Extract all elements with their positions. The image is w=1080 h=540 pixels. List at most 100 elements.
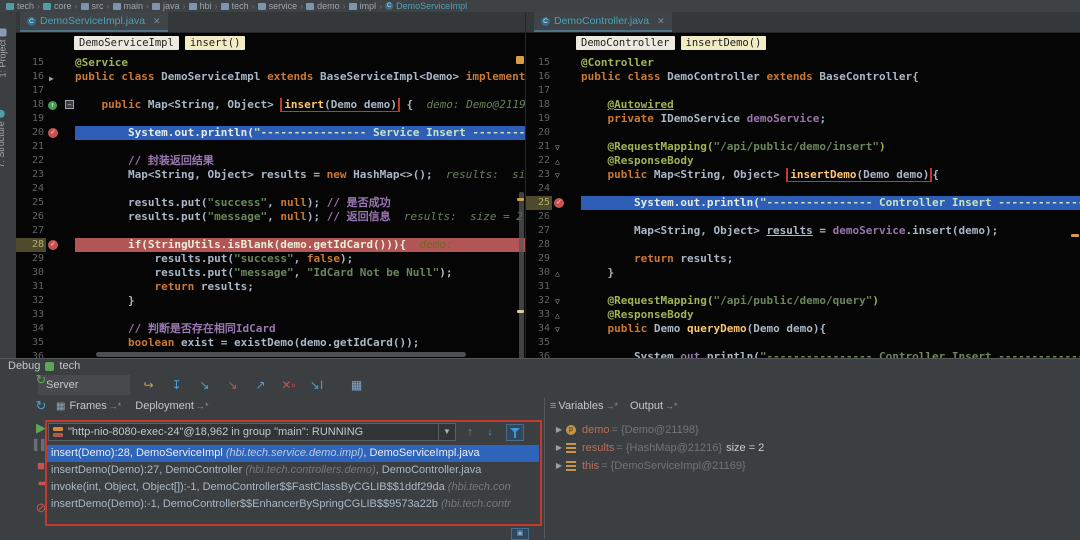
- implemented-marker-icon[interactable]: ▽: [555, 169, 560, 183]
- nav-item-tech[interactable]: tech: [221, 1, 249, 11]
- next-frame-button[interactable]: ↓: [482, 424, 498, 440]
- line-number[interactable]: 29: [16, 252, 46, 266]
- line-number[interactable]: 24: [526, 182, 552, 196]
- implemented-marker-icon[interactable]: ▽: [555, 295, 560, 309]
- tab-demoserviceimpl[interactable]: C DemoServiceImpl.java ✕: [20, 12, 168, 32]
- step-over-icon[interactable]: ↧: [168, 378, 185, 392]
- line-number[interactable]: 30: [526, 266, 552, 280]
- variable-row-results[interactable]: ▶results = {HashMap@21216}size = 2: [552, 439, 1072, 457]
- line-number[interactable]: 35: [16, 336, 46, 350]
- line-number[interactable]: 33: [16, 308, 46, 322]
- line-number[interactable]: 30: [16, 266, 46, 280]
- line-number[interactable]: 34: [526, 322, 552, 336]
- breakpoint-icon[interactable]: ✓: [48, 128, 58, 138]
- tab-variables[interactable]: ≡Variables→*: [550, 400, 618, 412]
- error-stripe-mark[interactable]: [1071, 234, 1079, 237]
- tab-frames[interactable]: ▦Frames→*: [56, 400, 121, 412]
- tab-deployment[interactable]: Deployment→*: [135, 400, 208, 412]
- line-number[interactable]: 32: [526, 294, 552, 308]
- line-number[interactable]: 26: [526, 210, 552, 224]
- override-marker-icon[interactable]: △: [555, 309, 560, 323]
- breadcrumb-method[interactable]: insert(): [185, 36, 246, 50]
- override-marker-icon[interactable]: △: [555, 267, 560, 281]
- line-number[interactable]: 19: [526, 112, 552, 126]
- tool-button-structure[interactable]: 7: Structure: [0, 110, 6, 168]
- line-number[interactable]: 21: [526, 140, 552, 154]
- line-number[interactable]: 20: [526, 126, 552, 140]
- line-number[interactable]: 16: [16, 70, 46, 84]
- line-number[interactable]: 15: [16, 56, 46, 70]
- breadcrumb-method[interactable]: insertDemo(): [681, 36, 767, 50]
- implemented-marker-icon[interactable]: ▽: [555, 141, 560, 155]
- line-number[interactable]: 33: [526, 308, 552, 322]
- panel-divider[interactable]: [544, 398, 545, 538]
- override-marker-icon[interactable]: △: [555, 155, 560, 169]
- rerun-button[interactable]: ↻: [30, 372, 52, 388]
- line-number[interactable]: 36: [16, 350, 46, 358]
- line-number[interactable]: 32: [16, 294, 46, 308]
- previous-frame-button[interactable]: ↑: [462, 424, 478, 440]
- tab-output[interactable]: Output→*: [630, 400, 678, 412]
- code-editor-right[interactable]: 15@Controller16public class DemoControll…: [526, 53, 1080, 358]
- evaluate-expression-icon[interactable]: ▦: [348, 378, 365, 392]
- line-number[interactable]: 25: [16, 196, 46, 210]
- line-number[interactable]: 34: [16, 322, 46, 336]
- line-number[interactable]: 27: [526, 224, 552, 238]
- error-stripe-mark[interactable]: [517, 310, 524, 313]
- breakpoint-icon[interactable]: ✓: [554, 198, 564, 208]
- line-number[interactable]: 27: [16, 224, 46, 238]
- expand-icon[interactable]: ▶: [552, 439, 566, 457]
- line-number[interactable]: 16: [526, 70, 552, 84]
- nav-item-service[interactable]: service: [258, 1, 298, 11]
- frame-row[interactable]: insertDemo(Demo):-1, DemoController$$Enh…: [47, 496, 539, 513]
- nav-item-tech[interactable]: tech: [6, 1, 34, 11]
- line-number[interactable]: 28: [526, 238, 552, 252]
- line-number[interactable]: 23: [526, 168, 552, 182]
- line-number[interactable]: 28: [16, 238, 46, 252]
- code-editor-left[interactable]: 15@Service16▶public class DemoServiceImp…: [16, 53, 525, 358]
- nav-item-main[interactable]: main: [113, 1, 144, 11]
- line-number[interactable]: 19: [16, 112, 46, 126]
- line-number[interactable]: 18: [526, 98, 552, 112]
- line-number[interactable]: 31: [16, 280, 46, 294]
- line-number[interactable]: 36: [526, 350, 552, 358]
- hide-frames-filter-button[interactable]: [506, 424, 524, 441]
- line-number[interactable]: 26: [16, 210, 46, 224]
- update-application-button[interactable]: ↻: [30, 398, 52, 414]
- line-number[interactable]: 18: [16, 98, 46, 112]
- line-number[interactable]: 22: [526, 154, 552, 168]
- line-number[interactable]: 15: [526, 56, 552, 70]
- variable-row-this[interactable]: ▶this = {DemoServiceImpl@21169}: [552, 457, 1072, 475]
- vertical-scrollbar[interactable]: [519, 192, 524, 358]
- line-number[interactable]: 22: [16, 154, 46, 168]
- tab-democontroller[interactable]: C DemoController.java ✕: [534, 12, 672, 32]
- dropdown-arrow-icon[interactable]: ▼: [438, 424, 455, 440]
- frame-row[interactable]: invoke(int, Object, Object[]):-1, DemoCo…: [47, 479, 539, 496]
- error-stripe-mark[interactable]: [516, 56, 524, 64]
- line-number[interactable]: 35: [526, 336, 552, 350]
- force-step-into-icon[interactable]: ↘: [224, 378, 241, 392]
- expand-icon[interactable]: ▶: [552, 457, 566, 475]
- show-execution-point-icon[interactable]: ↪: [140, 378, 157, 392]
- line-number[interactable]: 25: [526, 196, 552, 210]
- drop-frame-icon[interactable]: ✕▫: [280, 378, 297, 392]
- overrides-icon[interactable]: ↑: [48, 101, 57, 110]
- tool-button-project[interactable]: 1: Project: [0, 28, 8, 77]
- nav-item-src[interactable]: src: [81, 1, 104, 11]
- variable-row-demo[interactable]: ▶pdemo = {Demo@21198}: [552, 421, 1072, 439]
- nav-item-impl[interactable]: impl: [349, 1, 377, 11]
- line-number[interactable]: 21: [16, 140, 46, 154]
- nav-item-class[interactable]: CDemoServiceImpl: [385, 1, 467, 11]
- horizontal-scrollbar[interactable]: [96, 352, 466, 357]
- line-number[interactable]: 17: [16, 84, 46, 98]
- step-out-icon[interactable]: ↗: [252, 378, 269, 392]
- error-stripe-mark[interactable]: [517, 198, 524, 201]
- breadcrumb-class[interactable]: DemoController: [576, 36, 675, 50]
- breakpoint-icon[interactable]: ✓: [48, 240, 58, 250]
- nav-item-demo[interactable]: demo: [306, 1, 340, 11]
- thread-selector-dropdown[interactable]: "http-nio-8080-exec-24"@18,962 in group …: [48, 423, 456, 441]
- expand-icon[interactable]: ▶: [552, 421, 566, 439]
- frame-row[interactable]: insertDemo(Demo):27, DemoController (hbi…: [47, 462, 539, 479]
- implemented-marker-icon[interactable]: ▽: [555, 323, 560, 337]
- line-number[interactable]: 24: [16, 182, 46, 196]
